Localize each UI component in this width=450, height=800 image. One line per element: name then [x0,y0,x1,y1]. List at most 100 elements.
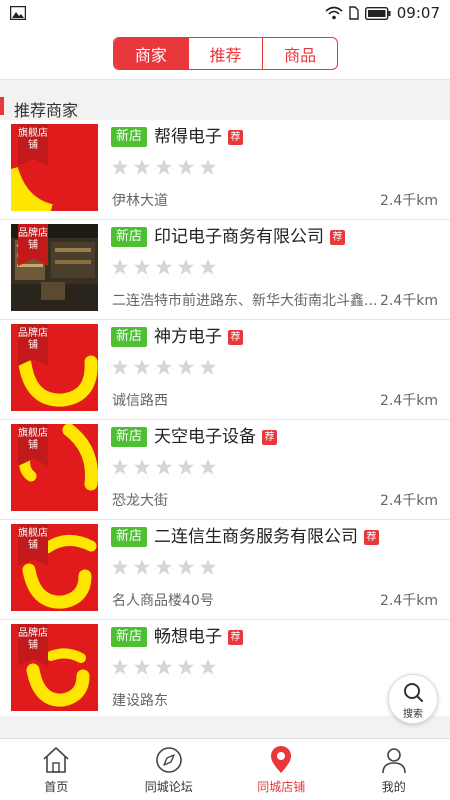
segmented-tabs: 商家 推荐 商品 [113,37,338,70]
merchant-item[interactable]: 品牌店铺 新店 神方电子荐 诚信路西 2.4千km [0,320,450,420]
sim-icon [349,6,359,20]
image-icon [10,6,26,20]
new-store-badge: 新店 [111,127,148,147]
star-icon [177,559,195,575]
star-icon [111,459,129,475]
section-divider [0,80,450,94]
merchant-item[interactable]: 品牌店铺 新店 印记电子商务有限公司荐 二连浩特市前进路东、新华大街南北斗鑫..… [0,220,450,320]
section-header: 推荐商家 [0,94,450,120]
merchant-address: 名人商品楼40号 [112,593,214,609]
tab-merchants[interactable]: 商家 [114,38,189,69]
merchant-logo: 旗舰店铺 [11,124,98,211]
merchant-distance: 2.4千km [379,493,438,509]
star-icon [199,559,217,575]
star-icon [133,159,151,175]
home-icon [43,747,69,773]
merchant-name: 印记电子商务有限公司荐 [154,224,345,250]
star-icon [111,659,129,675]
star-icon [111,159,129,175]
location-pin-icon [271,746,292,773]
merchant-list: 旗舰店铺 新店 帮得电子荐 伊林大道 2.4千km 品牌店铺 新店 印记电子商务… [0,120,450,720]
store-type-flag: 旗舰店铺 [18,424,48,466]
nav-label: 首页 [44,780,69,794]
nav-item-stores[interactable]: 同城店铺 [225,739,338,800]
star-icon [155,559,173,575]
star-icon [155,659,173,675]
new-store-badge: 新店 [111,427,148,447]
battery-icon [364,6,391,20]
merchant-name: 天空电子设备荐 [154,424,277,450]
merchant-name: 畅想电子荐 [154,624,243,650]
merchant-item[interactable]: 旗舰店铺 新店 天空电子设备荐 恐龙大街 2.4千km [0,420,450,520]
merchant-name: 帮得电子荐 [154,124,243,150]
merchant-address: 恐龙大街 [112,493,168,509]
star-rating [111,158,217,176]
store-type-flag: 旗舰店铺 [18,124,48,166]
merchant-address: 建设路东 [112,693,168,709]
search-icon [404,683,423,702]
store-type-flag: 品牌店铺 [18,224,48,266]
star-icon [133,259,151,275]
star-icon [133,459,151,475]
recommended-badge: 荐 [228,330,243,345]
star-icon [199,459,217,475]
star-icon [155,459,173,475]
nav-item-forum[interactable]: 同城论坛 [113,739,226,800]
merchant-logo: 品牌店铺 [11,324,98,411]
star-icon [199,659,217,675]
user-icon [381,748,406,774]
star-icon [111,259,129,275]
star-icon [155,159,173,175]
search-button[interactable]: 搜索 [388,674,438,724]
star-rating [111,558,217,576]
store-type-flag: 品牌店铺 [18,624,48,666]
merchant-distance: 2.4千km [379,193,438,209]
star-icon [177,459,195,475]
star-icon [111,359,129,375]
merchant-item[interactable]: 品牌店铺 新店 畅想电子荐 建设路东 2 [0,620,450,720]
store-type-flag: 旗舰店铺 [18,524,48,566]
merchant-distance: 2.4千km [379,293,438,309]
star-icon [199,159,217,175]
merchant-distance: 2.4千km [379,393,438,409]
merchant-item[interactable]: 旗舰店铺 新店 二连信生商务服务有限公司荐 名人商品楼40号 2.4千km [0,520,450,620]
merchant-name: 二连信生商务服务有限公司荐 [154,524,379,550]
star-rating [111,458,217,476]
tab-products[interactable]: 商品 [263,38,337,69]
star-icon [177,359,195,375]
merchant-photo: 品牌店铺 [11,224,98,311]
section-title: 推荐商家 [14,101,79,120]
store-type-flag: 品牌店铺 [18,324,48,366]
nav-label: 同城店铺 [257,780,306,794]
merchant-logo: 旗舰店铺 [11,524,98,611]
nav-item-me[interactable]: 我的 [338,739,450,800]
merchant-name: 神方电子荐 [154,324,243,350]
recommended-badge: 荐 [228,630,243,645]
nav-item-home[interactable]: 首页 [0,739,113,800]
recommended-badge: 荐 [330,230,345,245]
merchant-address: 二连浩特市前进路东、新华大街南北斗鑫... [112,293,378,309]
merchant-logo: 品牌店铺 [11,624,98,711]
star-icon [177,659,195,675]
bottom-nav: 首页 同城论坛 同城店铺 我的 [0,738,450,800]
merchant-item[interactable]: 旗舰店铺 新店 帮得电子荐 伊林大道 2.4千km [0,120,450,220]
merchant-address: 诚信路西 [112,393,168,409]
status-bar: 09:07 [0,0,450,26]
new-store-badge: 新店 [111,327,148,347]
status-icons: 09:07 [325,3,440,23]
star-rating [111,358,217,376]
wifi-icon [325,6,343,20]
tab-recommended[interactable]: 推荐 [189,38,264,69]
star-rating [111,658,217,676]
star-icon [177,159,195,175]
merchant-distance: 2.4千km [379,593,438,609]
section-accent-bar [0,97,4,115]
star-icon [199,259,217,275]
star-icon [155,259,173,275]
compass-icon [155,747,182,773]
search-label: 搜索 [403,709,423,720]
star-icon [177,259,195,275]
star-icon [155,359,173,375]
nav-label: 同城论坛 [144,780,193,794]
tab-bar-container: 商家 推荐 商品 [0,26,450,80]
